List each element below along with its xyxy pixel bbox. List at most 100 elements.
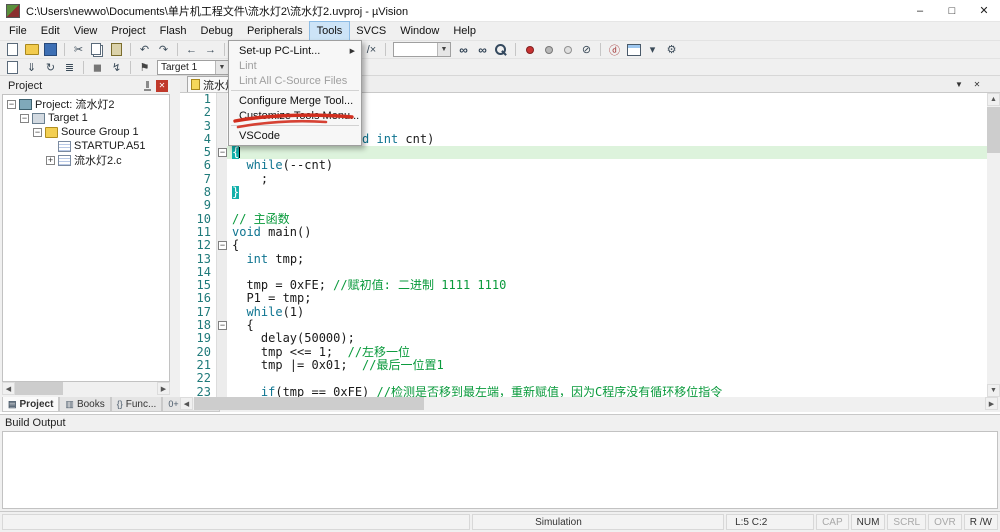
chevron-down-icon[interactable]: ▼ bbox=[437, 43, 450, 56]
code-line-21[interactable]: 21 tmp |= 0x01; //最后一位置1 bbox=[180, 358, 987, 373]
find-text-combo[interactable]: ▼ bbox=[393, 42, 451, 57]
cut-icon[interactable]: ✂ bbox=[70, 42, 87, 58]
rebuild-all-icon[interactable]: ↻ bbox=[42, 59, 59, 75]
menu-edit[interactable]: Edit bbox=[34, 22, 67, 40]
menu-view[interactable]: View bbox=[67, 22, 105, 40]
fold-toggle-icon[interactable]: − bbox=[218, 148, 227, 158]
menu-tools[interactable]: Tools bbox=[308, 21, 351, 41]
redo-icon[interactable]: ↷ bbox=[155, 42, 172, 58]
scroll-left-icon[interactable]: ◀ bbox=[180, 397, 193, 410]
code-line-14[interactable]: 14 bbox=[180, 265, 987, 280]
collapse-icon[interactable]: − bbox=[20, 113, 29, 123]
fold-toggle-icon[interactable]: − bbox=[218, 241, 227, 251]
kill-all-breakpoints-icon[interactable]: ⊘ bbox=[578, 42, 595, 58]
code-line-15[interactable]: 15 tmp = 0xFE; //赋初值: 二进制 1111 1110 bbox=[180, 278, 987, 293]
code-line-13[interactable]: 13 int tmp; bbox=[180, 252, 987, 266]
project-panel-hscrollbar[interactable]: ◀ ▶ bbox=[2, 382, 170, 395]
code-line-20[interactable]: 20 tmp <<= 1; //左移一位 bbox=[180, 345, 987, 359]
fold-margin[interactable]: − bbox=[216, 239, 227, 253]
find-in-files-icon[interactable] bbox=[455, 42, 472, 58]
tree-item-target-1[interactable]: − Target 1 bbox=[3, 111, 169, 125]
target-select-combo[interactable]: Target 1 ▼ bbox=[157, 59, 229, 75]
new-file-icon[interactable] bbox=[4, 42, 21, 58]
code-line-10[interactable]: 10 // 主函数 bbox=[180, 212, 987, 226]
paste-icon[interactable] bbox=[108, 42, 125, 58]
minimize-button[interactable]: – bbox=[904, 0, 936, 21]
tab-list-icon[interactable]: ▼ bbox=[952, 78, 966, 91]
panel-splitter[interactable] bbox=[170, 76, 180, 397]
hscroll-thumb[interactable] bbox=[194, 397, 424, 410]
code-line-22[interactable]: 22 bbox=[180, 371, 987, 386]
save-file-icon[interactable] bbox=[42, 42, 59, 58]
collapse-icon[interactable]: − bbox=[7, 99, 16, 109]
menu-window[interactable]: Window bbox=[393, 22, 446, 40]
close-button[interactable]: ✕ bbox=[968, 0, 1000, 21]
scroll-left-icon[interactable]: ◀ bbox=[2, 382, 15, 395]
scroll-down-icon[interactable]: ▼ bbox=[987, 384, 1000, 397]
stop-build-icon[interactable]: ◼ bbox=[89, 59, 106, 75]
fold-toggle-icon[interactable]: − bbox=[218, 321, 227, 331]
build-target-icon[interactable]: ⇓ bbox=[23, 59, 40, 75]
fold-margin[interactable]: − bbox=[216, 319, 227, 333]
scroll-track[interactable] bbox=[15, 382, 157, 395]
tree-item-source-group-1[interactable]: − Source Group 1 bbox=[3, 125, 169, 139]
chevron-down-icon[interactable]: ▼ bbox=[215, 60, 228, 74]
scroll-right-icon[interactable]: ▶ bbox=[985, 397, 998, 410]
code-line-9[interactable]: 9 bbox=[180, 199, 987, 213]
code-line-23[interactable]: 23 if(tmp == 0xFE) //检测是否移到最左端，重新赋值，因为C程… bbox=[180, 385, 987, 397]
download-flash-icon[interactable]: ↯ bbox=[108, 59, 125, 75]
collapse-icon[interactable]: − bbox=[33, 127, 42, 137]
vscroll-thumb[interactable] bbox=[987, 107, 1000, 153]
target-options-flag-icon[interactable]: ⚑ bbox=[136, 59, 153, 75]
uncomment-selection-icon[interactable]: /× bbox=[363, 42, 380, 58]
tree-item-startup-a51[interactable]: −STARTUP.A51 bbox=[3, 139, 169, 153]
menu-help[interactable]: Help bbox=[446, 22, 483, 40]
bottom-tab-project[interactable]: ▤ Project bbox=[2, 397, 60, 412]
translate-file-icon[interactable] bbox=[4, 59, 21, 75]
code-line-12[interactable]: 12−{ bbox=[180, 238, 987, 253]
batch-build-icon[interactable]: ≣ bbox=[61, 59, 78, 75]
pin-icon[interactable] bbox=[142, 80, 152, 91]
configure-tools-icon[interactable]: ⚙ bbox=[663, 42, 680, 58]
tools-menu-item-set-up-pc-lint[interactable]: Set-up PC-Lint... ▶ bbox=[229, 43, 361, 58]
disable-all-breakpoints-icon[interactable] bbox=[559, 42, 576, 58]
menu-flash[interactable]: Flash bbox=[153, 22, 194, 40]
code-line-6[interactable]: 6 while(--cnt) bbox=[180, 159, 987, 173]
copy-icon[interactable] bbox=[89, 42, 106, 58]
undo-icon[interactable]: ↶ bbox=[136, 42, 153, 58]
code-line-7[interactable]: 7 ; bbox=[180, 172, 987, 187]
incremental-find-icon[interactable] bbox=[493, 42, 510, 58]
scroll-right-icon[interactable]: ▶ bbox=[157, 382, 170, 395]
find-icon[interactable] bbox=[474, 42, 491, 58]
bottom-tab-books[interactable]: ▥ Books bbox=[59, 397, 111, 412]
build-output-content[interactable] bbox=[2, 431, 998, 509]
menu-peripherals[interactable]: Peripherals bbox=[240, 22, 310, 40]
tree-item-liushuideng2-c[interactable]: + 流水灯2.c bbox=[3, 153, 169, 167]
scroll-track[interactable] bbox=[193, 397, 985, 410]
code-line-5[interactable]: 5−{ bbox=[180, 145, 987, 160]
code-line-18[interactable]: 18− { bbox=[180, 318, 987, 333]
editor-vscrollbar[interactable]: ▲ ▼ bbox=[987, 93, 1000, 397]
code-line-11[interactable]: 11 void main() bbox=[180, 225, 987, 240]
navigate-back-icon[interactable]: ← bbox=[183, 42, 200, 58]
code-line-16[interactable]: 16 P1 = tmp; bbox=[180, 292, 987, 306]
navigate-forward-icon[interactable]: → bbox=[202, 42, 219, 58]
enable-breakpoint-icon[interactable] bbox=[540, 42, 557, 58]
menu-debug[interactable]: Debug bbox=[194, 22, 240, 40]
tree-item-project-root[interactable]: − Project: 流水灯2 bbox=[3, 97, 169, 111]
editor-hscrollbar[interactable]: ◀ ▶ bbox=[180, 397, 998, 410]
insert-breakpoint-icon[interactable] bbox=[521, 42, 538, 58]
code-line-8[interactable]: 8} bbox=[180, 185, 987, 200]
editor-tab[interactable]: 流水灯2.c bbox=[187, 76, 233, 92]
tools-menu-item-vscode[interactable]: VSCode bbox=[229, 128, 361, 143]
start-debug-session-icon[interactable]: ⓓ bbox=[606, 42, 623, 58]
panel-close-icon[interactable]: ✕ bbox=[156, 79, 168, 92]
scroll-up-icon[interactable]: ▲ bbox=[987, 93, 1000, 106]
tools-menu-item-customize-tools-menu[interactable]: Customize Tools Menu... bbox=[229, 108, 361, 123]
maximize-button[interactable]: □ bbox=[936, 0, 968, 21]
menu-project[interactable]: Project bbox=[104, 22, 152, 40]
menu-file[interactable]: File bbox=[2, 22, 34, 40]
tab-close-icon[interactable]: ✕ bbox=[970, 78, 984, 91]
code-line-17[interactable]: 17 while(1) bbox=[180, 305, 987, 320]
menu-svcs[interactable]: SVCS bbox=[349, 22, 393, 40]
